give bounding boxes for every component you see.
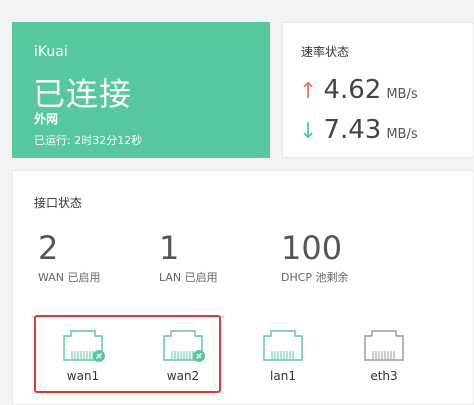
- download-speed-unit: MB/s: [386, 127, 418, 142]
- brand-name: iKuai: [34, 44, 68, 60]
- port-lan1-label: lan1: [270, 369, 296, 383]
- upload-speed-row: ↑ 4.62 MB/s: [299, 75, 418, 105]
- ethernet-port-icon: [263, 330, 303, 361]
- lan-enabled-stat: 1 LAN 已启用: [159, 229, 218, 285]
- connection-status-card: iKuai 已连接 外网 已运行: 2时32分12秒: [12, 22, 270, 158]
- port-eth3[interactable]: eth3: [354, 329, 414, 383]
- wan-ports-highlight: [34, 315, 221, 393]
- download-speed-row: ↓ 7.43 MB/s: [299, 115, 418, 145]
- upload-speed-unit: MB/s: [386, 87, 418, 102]
- wan-enabled-label: WAN 已启用: [38, 271, 101, 284]
- uptime-text: 已运行: 2时32分12秒: [34, 134, 143, 147]
- dhcp-pool-stat: 100 DHCP 池剩余: [281, 229, 349, 285]
- download-speed-value: 7.43: [323, 115, 382, 145]
- download-arrow-icon: ↓: [299, 119, 318, 144]
- dhcp-pool-count: 100: [281, 229, 343, 267]
- ethernet-port-icon: [364, 330, 404, 361]
- speed-title: 速率状态: [301, 45, 350, 59]
- interface-status-card: 接口状态 2 WAN 已启用 1 LAN 已启用 100 DHCP 池剩余 wa…: [12, 170, 474, 405]
- speed-status-card: 速率状态 ↑ 4.62 MB/s ↓ 7.43 MB/s: [282, 22, 474, 158]
- port-eth3-label: eth3: [370, 369, 398, 383]
- upload-speed-value: 4.62: [323, 75, 382, 105]
- upload-arrow-icon: ↑: [299, 79, 318, 104]
- lan-enabled-label: LAN 已启用: [159, 271, 218, 284]
- port-lan1[interactable]: lan1: [253, 329, 313, 383]
- network-label: 外网: [34, 112, 59, 126]
- lan-enabled-count: 1: [159, 229, 180, 267]
- wan-enabled-stat: 2 WAN 已启用: [38, 229, 101, 285]
- dhcp-pool-label: DHCP 池剩余: [281, 271, 349, 284]
- interface-status-title: 接口状态: [34, 196, 83, 210]
- connection-state: 已连接: [33, 75, 133, 113]
- wan-enabled-count: 2: [38, 229, 59, 267]
